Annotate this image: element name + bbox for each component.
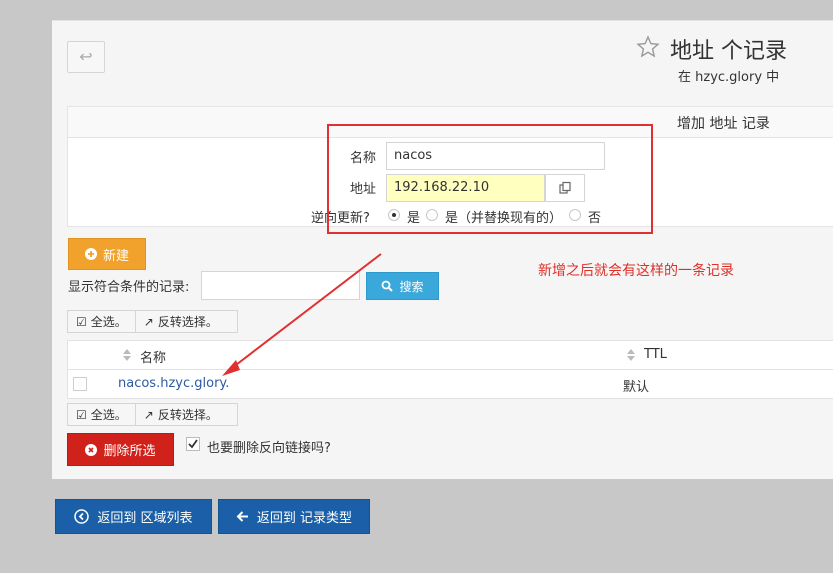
new-button-label: 新建: [102, 248, 129, 264]
record-name-link[interactable]: nacos.hzyc.glory.: [118, 376, 229, 391]
checkmark-icon: [188, 439, 198, 449]
star-outline-icon[interactable]: [636, 35, 660, 59]
select-all-label: 全选。: [90, 315, 127, 329]
filter-input[interactable]: [201, 271, 360, 300]
search-button[interactable]: 搜索: [366, 272, 439, 300]
new-button[interactable]: 新建: [68, 238, 146, 270]
check-square-icon: ☑: [76, 314, 87, 329]
page-subtitle: 在 hzyc.glory 中: [678, 70, 780, 85]
also-delete-reverse-checkbox[interactable]: [186, 437, 200, 451]
also-delete-reverse-label: 也要删除反向链接吗?: [207, 441, 331, 456]
form-header-title: 增加 地址 记录: [677, 116, 770, 132]
table-header: 名称 TTL: [68, 341, 833, 370]
invert-select-button[interactable]: ↗ 反转选择。: [134, 404, 226, 425]
back-to-zones-label: 返回到 区域列表: [97, 511, 193, 526]
back-to-types-button[interactable]: 返回到 记录类型: [218, 499, 370, 534]
record-ttl: 默认: [623, 380, 650, 395]
select-all-button[interactable]: ☑ 全选。: [68, 404, 135, 425]
column-name[interactable]: 名称: [140, 347, 166, 366]
invert-select-label: 反转选择。: [157, 408, 218, 422]
sort-icon[interactable]: [627, 349, 635, 361]
undo-arrow-icon[interactable]: ↩: [67, 41, 105, 73]
search-button-label: 搜索: [399, 279, 424, 294]
annotation-highlight-box: [327, 124, 653, 234]
select-all-button[interactable]: ☑ 全选。: [68, 311, 135, 332]
row-checkbox[interactable]: [73, 377, 87, 391]
share-square-icon: ↗: [143, 314, 154, 329]
invert-select-label: 反转选择。: [157, 315, 218, 329]
back-to-zones-button[interactable]: 返回到 区域列表: [55, 499, 212, 534]
page-title: 地址 个记录: [670, 39, 787, 64]
sort-icon[interactable]: [123, 349, 131, 361]
share-square-icon: ↗: [143, 407, 154, 422]
check-square-icon: ☑: [76, 407, 87, 422]
select-all-label: 全选。: [90, 408, 127, 422]
selection-bar-top: ☑ 全选。 ↗ 反转选择。: [67, 310, 238, 333]
delete-selected-label: 删除所选: [103, 444, 156, 459]
back-to-types-label: 返回到 记录类型: [256, 511, 353, 526]
plus-circle-icon: [84, 248, 97, 260]
invert-select-button[interactable]: ↗ 反转选择。: [134, 311, 226, 332]
main-panel: ↩ 地址 个记录 在 hzyc.glory 中 增加 地址 记录 名称 naco…: [52, 20, 833, 479]
filter-label: 显示符合条件的记录:: [68, 280, 190, 295]
search-icon: [382, 280, 394, 292]
delete-selected-button[interactable]: 删除所选: [67, 433, 174, 466]
times-circle-icon: [85, 443, 98, 456]
records-table: 名称 TTL nacos.hzyc.glory. 默认: [67, 340, 833, 399]
annotation-text: 新增之后就会有这样的一条记录: [538, 263, 734, 279]
selection-bar-bottom: ☑ 全选。 ↗ 反转选择。: [67, 403, 238, 426]
arrow-left-icon: [236, 511, 248, 522]
arrow-circle-left-icon: [74, 509, 90, 524]
column-ttl[interactable]: TTL: [644, 347, 667, 362]
